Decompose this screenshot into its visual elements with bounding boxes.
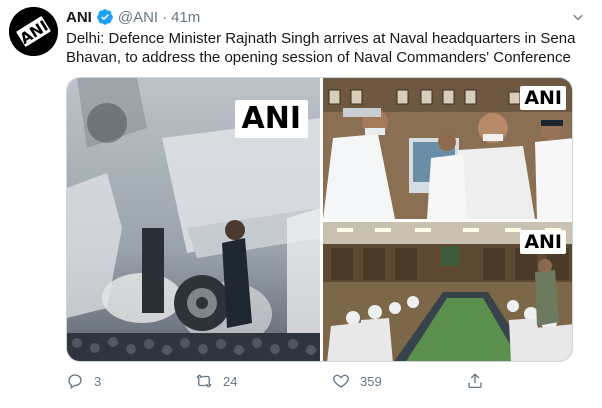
avatar[interactable]: ANI (9, 7, 58, 56)
author-handle[interactable]: @ANI (118, 9, 158, 26)
author-name[interactable]: ANI (66, 9, 92, 26)
ani-watermark: ANI (520, 86, 566, 110)
share-icon (468, 373, 482, 389)
tweet-header: ANI @ANI · 41m (66, 7, 200, 27)
tweet-media-grid: ANI ANI ANI (66, 77, 573, 362)
separator-dot: · (162, 8, 168, 26)
ani-watermark: ANI (234, 100, 308, 138)
tweet-timestamp[interactable]: 41m (171, 9, 200, 26)
ani-watermark: ANI (520, 230, 566, 254)
tweet-photo-3[interactable]: ANI (323, 222, 572, 361)
tweet-photo-2[interactable]: ANI (323, 78, 572, 219)
like-button[interactable]: 359 (332, 372, 382, 390)
tweet-photo-1[interactable]: ANI (67, 78, 320, 361)
heart-icon (333, 374, 349, 388)
tweet-text: Delhi: Defence Minister Rajnath Singh ar… (66, 30, 576, 66)
tweet-actions: 3 24 359 (66, 372, 586, 396)
like-count: 359 (360, 373, 382, 389)
reply-count: 3 (94, 373, 102, 389)
retweet-icon (196, 374, 212, 388)
retweet-count: 24 (223, 373, 238, 389)
ani-logo-icon: ANI (9, 7, 58, 56)
reply-button[interactable]: 3 (66, 372, 101, 390)
share-button[interactable] (466, 372, 484, 390)
tweet-card[interactable]: ANI ANI @ANI · 41m Delhi: Defence Minist… (0, 0, 602, 408)
retweet-button[interactable]: 24 (195, 372, 237, 390)
verified-badge-icon (96, 9, 113, 25)
chevron-down-icon[interactable] (570, 10, 586, 26)
reply-icon (68, 374, 82, 390)
